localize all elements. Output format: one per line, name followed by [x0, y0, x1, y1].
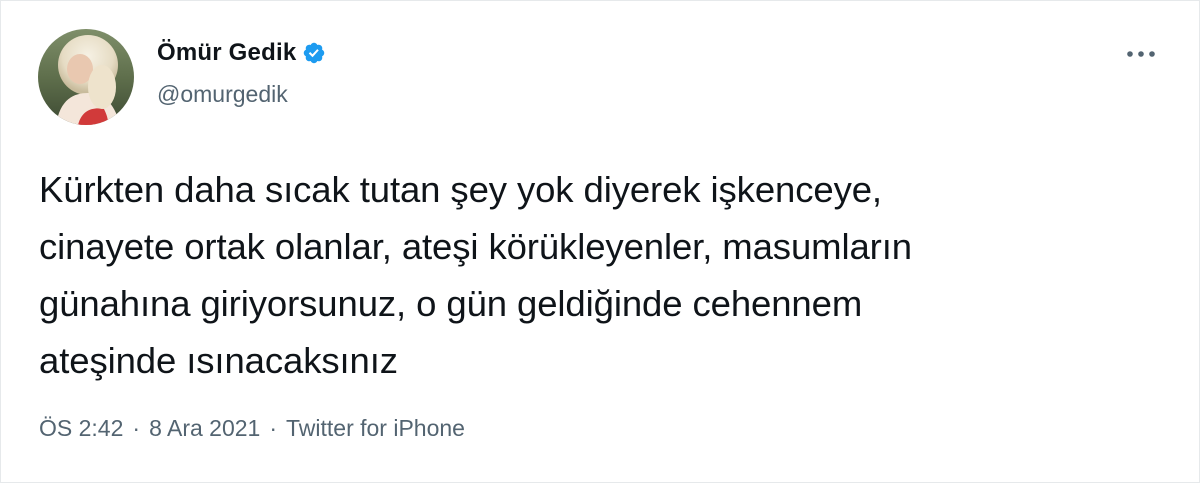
more-options-button[interactable] [1121, 39, 1161, 69]
verified-badge-icon [302, 41, 326, 65]
display-name[interactable]: Ömür Gedik [157, 39, 296, 67]
tweet-text: Kürkten daha sıcak tutan şey yok diyerek… [39, 169, 912, 381]
display-name-row: Ömür Gedik [157, 35, 326, 71]
tweet-time[interactable]: ÖS 2:42 [39, 415, 123, 442]
meta-separator: · [132, 415, 141, 441]
more-options-icon [1127, 51, 1155, 57]
avatar-image [38, 29, 134, 125]
author-names: Ömür Gedik @omurgedik [157, 35, 326, 108]
tweet-metadata: ÖS 2:42 · 8 Ara 2021 · Twitter for iPhon… [39, 415, 465, 442]
tweet-source[interactable]: Twitter for iPhone [286, 415, 465, 442]
tweet-card: Ömür Gedik @omurgedik Kürkten daha sıcak… [0, 0, 1200, 483]
avatar[interactable] [38, 29, 134, 125]
tweet-date[interactable]: 8 Ara 2021 [149, 415, 260, 442]
author-handle[interactable]: @omurgedik [157, 81, 326, 108]
meta-separator: · [269, 415, 277, 441]
